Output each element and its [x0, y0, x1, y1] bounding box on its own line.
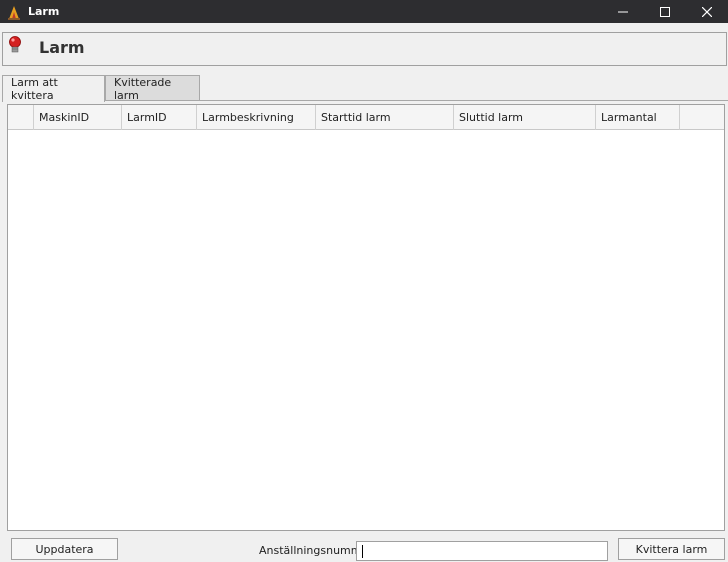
button-label: Uppdatera — [35, 542, 94, 556]
window-titlebar: Larm — [0, 0, 728, 23]
column-header-label: MaskinID — [39, 111, 90, 124]
column-header-maskinid[interactable]: MaskinID — [34, 105, 122, 130]
alarm-grid[interactable]: MaskinID LarmID Larmbeskrivning Starttid… — [7, 104, 725, 531]
tab-divider — [105, 100, 728, 101]
update-button[interactable]: Uppdatera — [11, 538, 118, 560]
close-icon — [702, 6, 712, 17]
button-label: Kvittera larm — [635, 542, 708, 556]
red-alarm-bulb-icon — [9, 36, 21, 53]
text-caret — [362, 545, 363, 558]
column-header-sluttid[interactable]: Sluttid larm — [454, 105, 596, 130]
column-header-larmbeskrivning[interactable]: Larmbeskrivning — [197, 105, 316, 130]
minimize-button[interactable] — [602, 0, 644, 23]
grid-header: MaskinID LarmID Larmbeskrivning Starttid… — [8, 105, 724, 130]
maximize-button[interactable] — [644, 0, 686, 23]
minimize-icon — [618, 11, 628, 12]
bottom-bar: Uppdatera Anställningsnummer Kvittera la… — [0, 536, 728, 562]
column-header-label: LarmID — [127, 111, 167, 124]
tab-label: Kvitterade larm — [114, 75, 172, 102]
close-button[interactable] — [686, 0, 728, 23]
window-title: Larm — [28, 5, 60, 18]
header-panel: Larm — [2, 32, 727, 66]
row-selector-header[interactable] — [8, 105, 34, 130]
column-header-starttid[interactable]: Starttid larm — [316, 105, 454, 130]
maximize-icon — [660, 6, 670, 17]
employee-number-input[interactable] — [356, 541, 608, 561]
fire-warning-icon — [8, 5, 20, 20]
tab-larm-att-kvittera[interactable]: Larm att kvittera — [2, 75, 105, 102]
page-title: Larm — [39, 38, 85, 57]
acknowledge-alarm-button[interactable]: Kvittera larm — [618, 538, 725, 560]
column-header-label: Starttid larm — [321, 111, 391, 124]
column-header-label: Larmbeskrivning — [202, 111, 294, 124]
column-header-larmid[interactable]: LarmID — [122, 105, 197, 130]
column-header-larmantal[interactable]: Larmantal — [596, 105, 680, 130]
column-header-label: Larmantal — [601, 111, 657, 124]
tab-kvitterade-larm[interactable]: Kvitterade larm — [105, 75, 200, 102]
column-header-label: Sluttid larm — [459, 111, 524, 124]
tab-label: Larm att kvittera — [11, 76, 58, 102]
